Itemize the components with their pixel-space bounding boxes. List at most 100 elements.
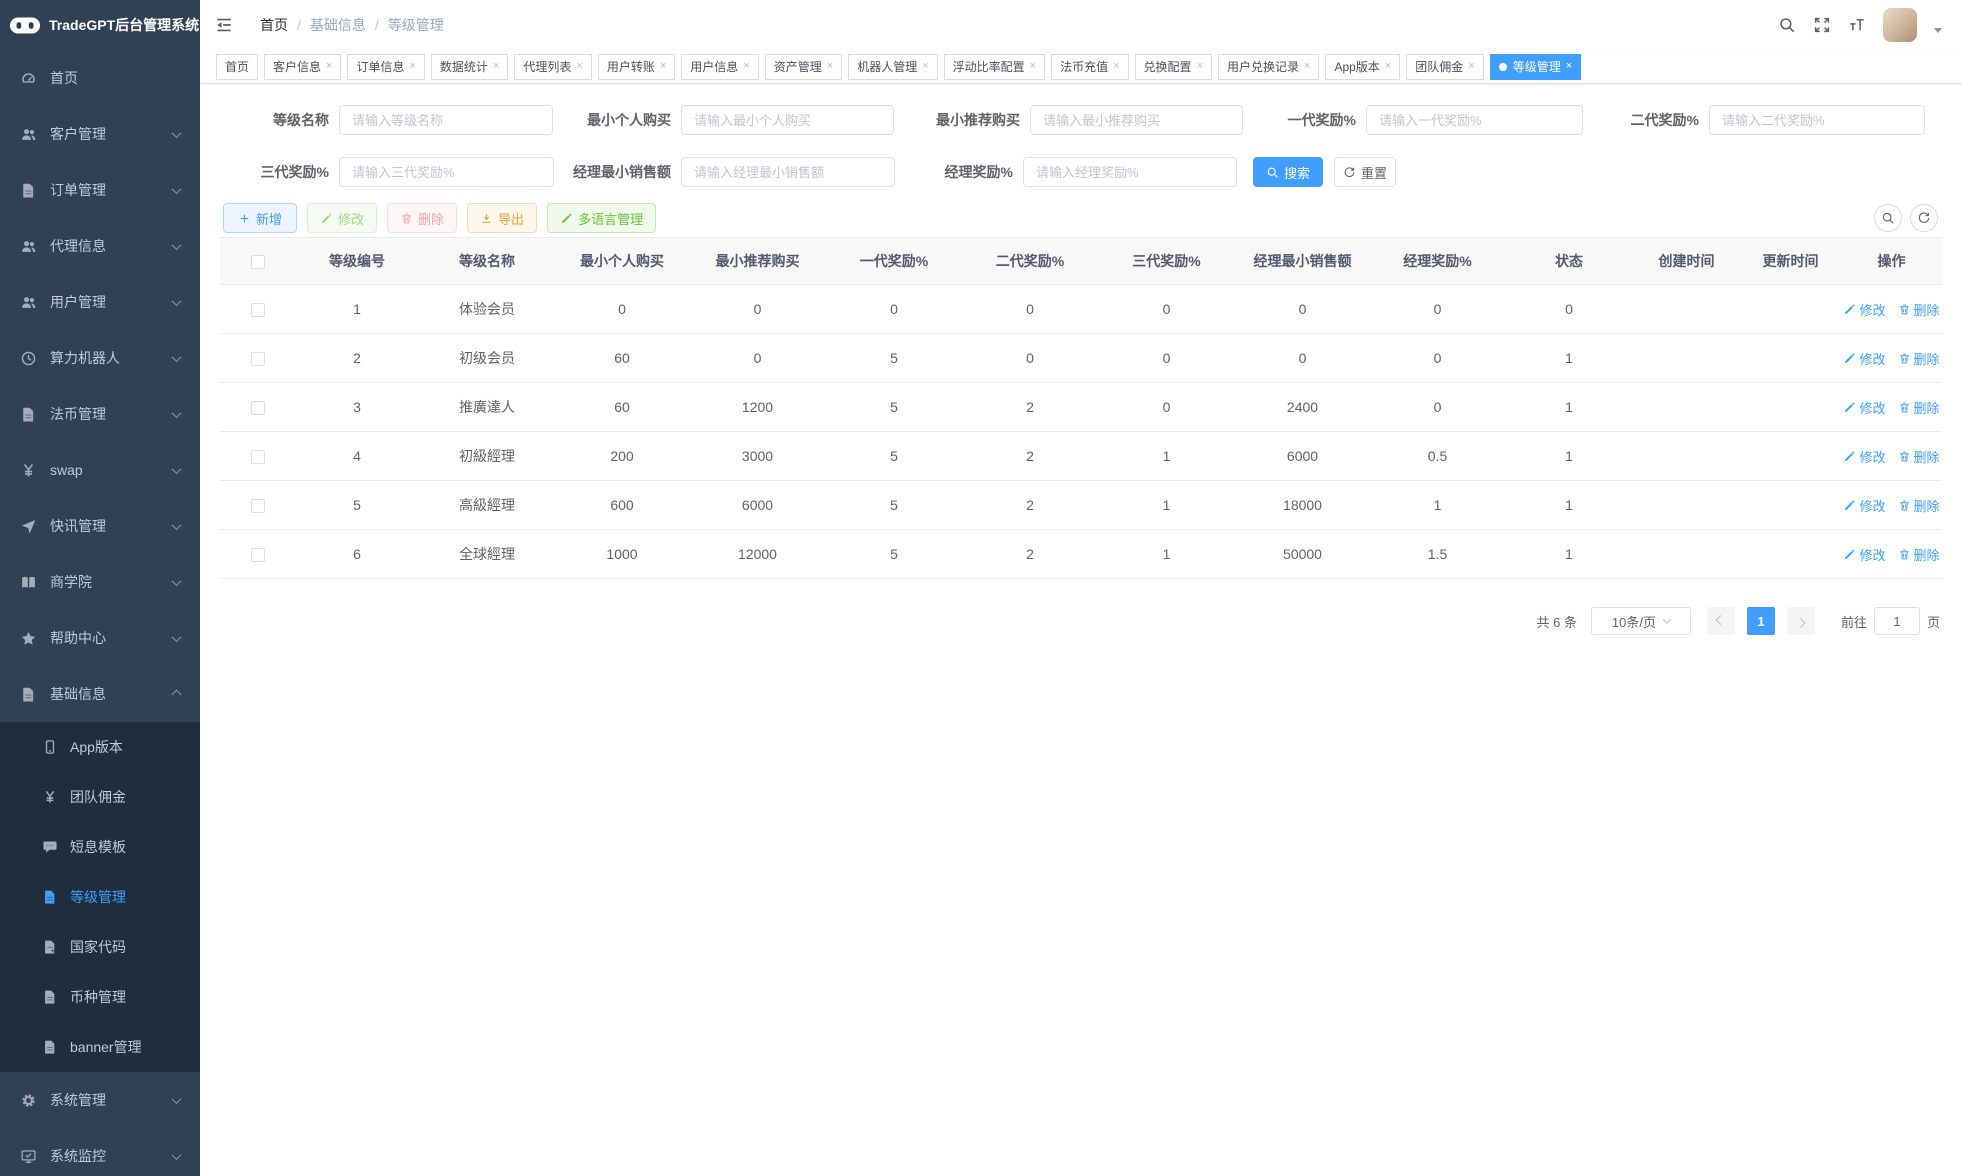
row-delete-link[interactable]: 删除 — [1898, 398, 1940, 417]
select-all-checkbox[interactable] — [251, 255, 265, 269]
show-search-button[interactable] — [1874, 204, 1902, 232]
refresh-table-button[interactable] — [1910, 204, 1938, 232]
sidebar-item-help[interactable]: 帮助中心 — [0, 610, 200, 666]
gen1-reward-input[interactable] — [1366, 105, 1583, 135]
close-icon[interactable]: × — [922, 61, 928, 72]
sidebar-toggle-button[interactable] — [214, 15, 234, 35]
sidebar-item-country-code[interactable]: 国家代码 — [0, 922, 200, 972]
search-button[interactable]: 搜索 — [1253, 157, 1323, 187]
close-icon[interactable]: × — [493, 61, 499, 72]
row-edit-link[interactable]: 修改 — [1843, 496, 1885, 515]
row-checkbox[interactable] — [251, 303, 265, 317]
sidebar-item-users[interactable]: 用户管理 — [0, 274, 200, 330]
gen2-reward-input[interactable] — [1709, 105, 1925, 135]
sidebar-item-app-version[interactable]: App版本 — [0, 722, 200, 772]
close-icon[interactable]: × — [743, 61, 749, 72]
sidebar-item-home[interactable]: 首页 — [0, 50, 200, 106]
reset-button[interactable]: 重置 — [1334, 157, 1396, 187]
close-icon[interactable]: × — [660, 61, 666, 72]
sidebar-item-team-commission[interactable]: 团队佣金 — [0, 772, 200, 822]
close-icon[interactable]: × — [827, 61, 833, 72]
row-checkbox[interactable] — [251, 450, 265, 464]
sidebar-item-basic-info[interactable]: 基础信息 — [0, 666, 200, 722]
tab-user-info[interactable]: 用户信息× — [681, 54, 758, 80]
row-checkbox[interactable] — [251, 548, 265, 562]
sidebar-item-agents[interactable]: 代理信息 — [0, 218, 200, 274]
sidebar-item-robots[interactable]: 算力机器人 — [0, 330, 200, 386]
sidebar-item-system-management[interactable]: 系统管理 — [0, 1072, 200, 1128]
search-icon[interactable] — [1778, 16, 1796, 34]
sidebar-item-level-management[interactable]: 等级管理 — [0, 872, 200, 922]
row-delete-link[interactable]: 删除 — [1898, 300, 1940, 319]
sidebar-item-sms-template[interactable]: 短息模板 — [0, 822, 200, 872]
sidebar-item-academy[interactable]: 商学院 — [0, 554, 200, 610]
close-icon[interactable]: × — [409, 61, 415, 72]
goto-page-input[interactable] — [1874, 607, 1920, 635]
tab-data-stats[interactable]: 数据统计× — [431, 54, 508, 80]
row-edit-link[interactable]: 修改 — [1843, 300, 1885, 319]
tab-asset-management[interactable]: 资产管理× — [765, 54, 842, 80]
mgr-min-sales-input[interactable] — [681, 157, 895, 187]
sidebar-item-swap[interactable]: swap — [0, 442, 200, 498]
close-icon[interactable]: × — [1030, 61, 1036, 72]
min-personal-input[interactable] — [681, 105, 894, 135]
level-name-input[interactable] — [339, 105, 553, 135]
close-icon[interactable]: × — [1468, 61, 1474, 72]
caret-down-icon[interactable] — [1934, 28, 1942, 33]
row-delete-link[interactable]: 删除 — [1898, 545, 1940, 564]
row-checkbox[interactable] — [251, 352, 265, 366]
font-size-icon[interactable] — [1848, 16, 1866, 34]
tab-user-transfer[interactable]: 用户转账× — [598, 54, 675, 80]
row-delete-link[interactable]: 删除 — [1898, 447, 1940, 466]
page-number-button[interactable]: 1 — [1747, 607, 1775, 635]
tab-level-management[interactable]: 等级管理× — [1490, 54, 1581, 80]
gen3-reward-input[interactable] — [339, 157, 554, 187]
breadcrumb-basic-info[interactable]: 基础信息 — [310, 15, 366, 35]
edit-button[interactable]: 修改 — [307, 203, 377, 233]
sidebar-item-currency[interactable]: 币种管理 — [0, 972, 200, 1022]
sidebar-item-orders[interactable]: 订单管理 — [0, 162, 200, 218]
row-delete-link[interactable]: 删除 — [1898, 349, 1940, 368]
row-edit-link[interactable]: 修改 — [1843, 398, 1885, 417]
prev-page-button[interactable] — [1707, 607, 1735, 635]
page-size-select[interactable]: 10条/页 — [1591, 607, 1691, 635]
row-edit-link[interactable]: 修改 — [1843, 447, 1885, 466]
tab-agent-list[interactable]: 代理列表× — [514, 54, 591, 80]
tab-team-commission[interactable]: 团队佣金× — [1406, 54, 1483, 80]
row-checkbox[interactable] — [251, 401, 265, 415]
tab-exchange-config[interactable]: 兑换配置× — [1135, 54, 1212, 80]
sidebar-item-customers[interactable]: 客户管理 — [0, 106, 200, 162]
fullscreen-icon[interactable] — [1813, 16, 1831, 34]
close-icon[interactable]: × — [1566, 61, 1572, 72]
row-checkbox[interactable] — [251, 499, 265, 513]
sidebar-item-system-monitor[interactable]: 系统监控 — [0, 1128, 200, 1176]
tab-home[interactable]: 首页 — [216, 54, 258, 80]
tab-app-version[interactable]: App版本× — [1325, 54, 1400, 80]
sidebar-item-news[interactable]: 快讯管理 — [0, 498, 200, 554]
export-button[interactable]: 导出 — [467, 203, 537, 233]
next-page-button[interactable] — [1787, 607, 1815, 635]
tab-float-ratio-config[interactable]: 浮动比率配置× — [944, 54, 1045, 80]
close-icon[interactable]: × — [1304, 61, 1310, 72]
mgr-reward-input[interactable] — [1023, 157, 1237, 187]
tab-robot-management[interactable]: 机器人管理× — [848, 54, 937, 80]
i18n-button[interactable]: 多语言管理 — [547, 203, 656, 233]
row-edit-link[interactable]: 修改 — [1843, 349, 1885, 368]
close-icon[interactable]: × — [326, 61, 332, 72]
sidebar-item-fiat[interactable]: 法币管理 — [0, 386, 200, 442]
close-icon[interactable]: × — [576, 61, 582, 72]
close-icon[interactable]: × — [1197, 61, 1203, 72]
tab-fiat-recharge[interactable]: 法币充值× — [1051, 54, 1128, 80]
tab-customer-info[interactable]: 客户信息× — [264, 54, 341, 80]
delete-button[interactable]: 删除 — [387, 203, 457, 233]
min-recommend-input[interactable] — [1030, 105, 1243, 135]
close-icon[interactable]: × — [1385, 61, 1391, 72]
avatar[interactable] — [1883, 8, 1917, 42]
breadcrumb-home[interactable]: 首页 — [260, 15, 288, 35]
add-button[interactable]: 新增 — [223, 203, 297, 233]
row-delete-link[interactable]: 删除 — [1898, 496, 1940, 515]
close-icon[interactable]: × — [1113, 61, 1119, 72]
row-edit-link[interactable]: 修改 — [1843, 545, 1885, 564]
sidebar-item-banner[interactable]: banner管理 — [0, 1022, 200, 1072]
tab-order-info[interactable]: 订单信息× — [347, 54, 424, 80]
